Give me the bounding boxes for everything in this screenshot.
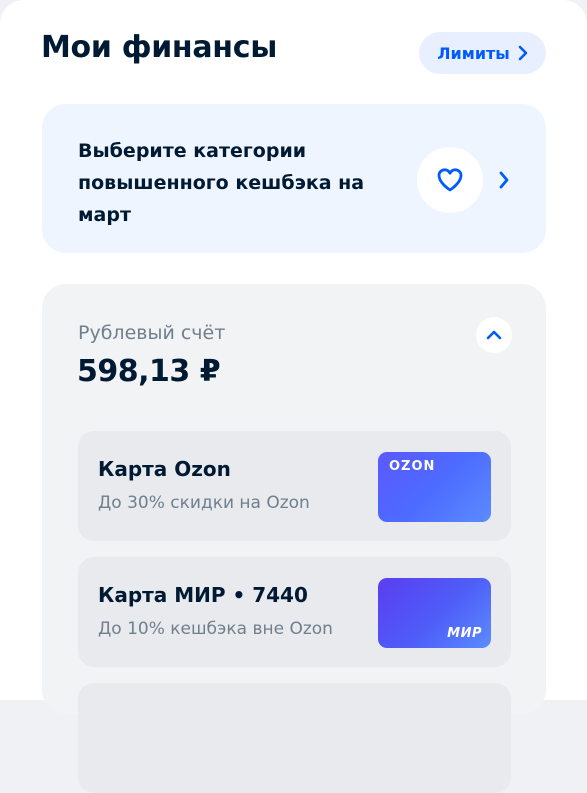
chevron-right-icon <box>518 45 528 61</box>
limits-button[interactable]: Лимиты <box>419 32 546 74</box>
card-description: До 30% скидки на Ozon <box>98 493 310 513</box>
ozon-card-image: OZON <box>378 452 491 522</box>
chevron-right-icon <box>499 171 509 189</box>
ruble-account-card: Рублевый счёт 598,13 ₽ Карта Ozon До 30%… <box>42 284 546 793</box>
page-title: Мои финансы <box>41 30 278 65</box>
cashback-banner-text: Выберите категории повышенного кешбэка н… <box>78 140 365 226</box>
account-balance: 598,13 ₽ <box>77 354 221 389</box>
chevron-up-icon <box>486 330 502 340</box>
card-description: До 10% кешбэка вне Ozon <box>98 619 333 639</box>
mir-card-image: МИР <box>378 578 491 648</box>
ozon-card-item[interactable]: Карта Ozon До 30% скидки на Ozon OZON <box>78 431 511 541</box>
heart-icon <box>437 168 463 192</box>
my-finances-panel: Мои финансы Лимиты Выберите категории по… <box>0 0 587 793</box>
cashback-category-banner[interactable]: Выберите категории повышенного кешбэка н… <box>42 104 546 253</box>
card-name: Карта Ozon <box>98 457 231 481</box>
limits-button-label: Лимиты <box>437 43 510 63</box>
mir-card-item[interactable]: Карта МИР • 7440 До 10% кешбэка вне Ozon… <box>78 557 511 667</box>
heart-icon-container <box>417 147 483 213</box>
ozon-logo: OZON <box>389 459 436 474</box>
collapse-account-button[interactable] <box>476 317 512 353</box>
card-name: Карта МИР • 7440 <box>98 583 308 607</box>
next-card-item[interactable] <box>78 683 511 793</box>
account-label: Рублевый счёт <box>78 322 226 344</box>
mir-logo: МИР <box>447 626 482 641</box>
